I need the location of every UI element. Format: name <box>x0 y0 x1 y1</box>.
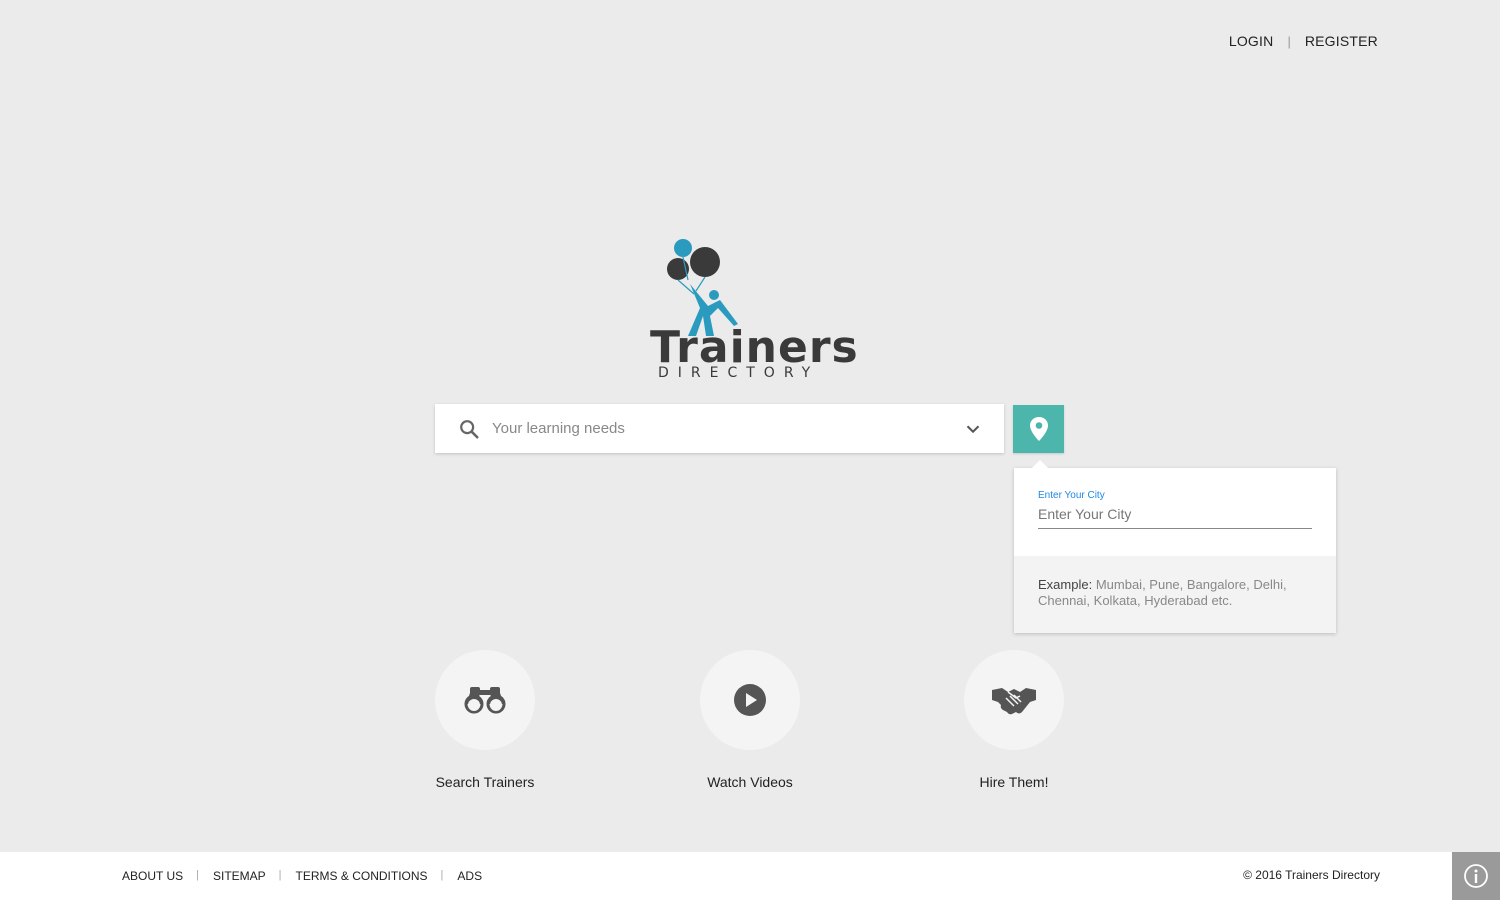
top-nav: LOGIN | REGISTER <box>1229 33 1378 49</box>
search-trainers-button[interactable] <box>435 650 535 750</box>
footer-separator: | <box>196 869 199 881</box>
search-icon <box>460 419 479 439</box>
map-pin-icon <box>1029 417 1048 441</box>
hire-them-label: Hire Them! <box>979 774 1049 790</box>
city-input[interactable] <box>1038 501 1312 529</box>
feature-hire-them: Hire Them! <box>934 650 1094 790</box>
copyright-text: © 2016 Trainers Directory <box>1243 868 1380 882</box>
handshake-icon <box>992 688 1036 715</box>
popup-arrow <box>1032 460 1048 468</box>
footer-link-sitemap[interactable]: SITEMAP <box>213 869 266 883</box>
city-field: Enter Your City <box>1038 490 1312 529</box>
watch-videos-button[interactable] <box>700 650 800 750</box>
watch-videos-label: Watch Videos <box>707 774 793 790</box>
nav-separator: | <box>1287 33 1291 49</box>
register-link[interactable]: REGISTER <box>1305 33 1378 49</box>
login-link[interactable]: LOGIN <box>1229 33 1274 49</box>
binoculars-icon <box>464 687 506 714</box>
learning-search-bar <box>435 404 1004 453</box>
city-field-label: Enter Your City <box>1038 490 1105 501</box>
footer-separator: | <box>440 869 444 881</box>
info-button[interactable] <box>1452 852 1500 900</box>
footer-separator: | <box>278 869 282 881</box>
play-icon <box>734 684 766 716</box>
feature-watch-videos: Watch Videos <box>670 650 830 790</box>
footer-links: ABOUT US | SITEMAP | TERMS & CONDITIONS … <box>122 869 482 883</box>
footer-link-ads[interactable]: ADS <box>457 869 482 883</box>
footer-link-about-us[interactable]: ABOUT US <box>122 869 183 883</box>
learning-needs-input[interactable] <box>492 420 962 437</box>
logo-subtitle: DIRECTORY <box>658 365 820 381</box>
search-trainers-label: Search Trainers <box>435 774 535 790</box>
info-icon <box>1464 864 1488 888</box>
footer: ABOUT US | SITEMAP | TERMS & CONDITIONS … <box>0 852 1500 900</box>
example-label: Example: <box>1038 577 1093 592</box>
chevron-down-icon[interactable] <box>962 418 984 440</box>
city-example-hint: Example: Mumbai, Pune, Bangalore, Delhi,… <box>1014 556 1336 633</box>
city-popup: Enter Your City Example: Mumbai, Pune, B… <box>1014 460 1336 633</box>
trainers-directory-logo: Trainers DIRECTORY <box>648 236 858 384</box>
balloon-person-graphic <box>667 239 738 336</box>
location-button[interactable] <box>1013 405 1064 453</box>
hire-them-button[interactable] <box>964 650 1064 750</box>
footer-link-terms[interactable]: TERMS & CONDITIONS <box>296 869 428 883</box>
landing-page: LOGIN | REGISTER Trainers DIRECTORY Your… <box>0 0 1500 852</box>
feature-search-trainers: Search Trainers <box>405 650 565 790</box>
